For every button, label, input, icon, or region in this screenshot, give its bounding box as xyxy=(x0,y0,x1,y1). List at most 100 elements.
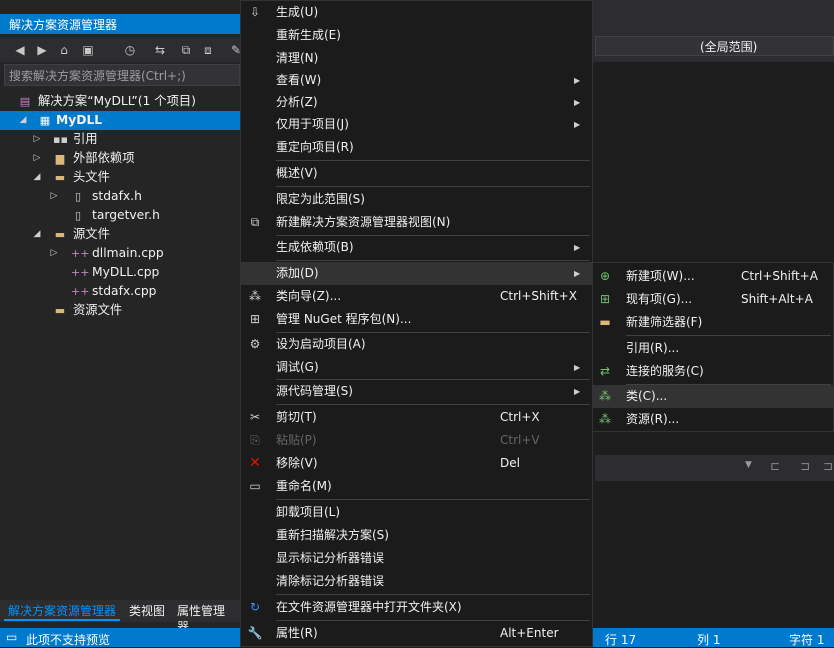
menu-item-view[interactable]: 查看(W) ▶ xyxy=(241,69,592,92)
nuget-icon: ⊞ xyxy=(249,312,261,326)
submenu-item-label: 新建项(W)... xyxy=(626,269,695,283)
menu-item-label: 显示标记分析器错误 xyxy=(276,551,385,565)
tree-item-references[interactable]: ▷ ▪▪ 引用 xyxy=(0,130,240,149)
menu-item-overview[interactable]: 概述(V) xyxy=(241,162,592,185)
folder-icon: ▬ xyxy=(54,171,66,184)
solution-search-input[interactable]: 搜索解决方案资源管理器(Ctrl+;) xyxy=(4,64,240,86)
toolbar-icon[interactable]: ⊏ xyxy=(770,459,780,473)
menu-item-label: 添加(D) xyxy=(276,266,319,280)
tree-item-external-deps[interactable]: ▷ ▆ 外部依赖项 xyxy=(0,149,240,168)
header-file-icon: ▯ xyxy=(74,190,82,203)
submenu-arrow-icon: ▶ xyxy=(574,98,581,107)
sync-icon[interactable]: ⇆ xyxy=(152,42,168,58)
menu-item-shortcut: Del xyxy=(500,456,520,470)
menu-item-label: 生成(U) xyxy=(276,5,319,19)
menu-item-set-startup[interactable]: ⚙ 设为启动项目(A) xyxy=(241,333,592,356)
folder-icon: ▬ xyxy=(54,228,66,241)
tree-item-label: stdafx.h xyxy=(92,189,142,203)
tab-property-manager[interactable]: 属性管理器 xyxy=(173,603,240,634)
menu-item-debug[interactable]: 调试(G) ▶ xyxy=(241,356,592,379)
submenu-item-label: 现有项(G)... xyxy=(626,292,693,306)
menu-item-cut[interactable]: ✂ 剪切(T) Ctrl+X xyxy=(241,406,592,429)
submenu-item-new-filter[interactable]: ▬ 新建筛选器(F) xyxy=(593,311,833,334)
menu-item-shortcut: Alt+Enter xyxy=(500,626,559,640)
menu-item-scope-to-this[interactable]: 限定为此范围(S) xyxy=(241,188,592,211)
tab-solution-explorer[interactable]: 解决方案资源管理器 xyxy=(4,603,121,621)
expand-arrow-icon[interactable]: ▷ xyxy=(32,149,42,168)
menu-item-label: 分析(Z) xyxy=(276,95,318,109)
tree-item-stdafx-h[interactable]: ▷ ▯ stdafx.h xyxy=(0,187,240,206)
menu-item-label: 卸载项目(L) xyxy=(276,505,341,519)
tree-item-stdafx-cpp[interactable]: ++ stdafx.cpp xyxy=(0,282,240,301)
tree-item-resource-files[interactable]: ▬ 资源文件 xyxy=(0,301,240,320)
pending-changes-icon[interactable]: ◷ xyxy=(122,42,138,58)
menu-item-label: 移除(V) xyxy=(276,456,318,470)
toolbar-icon[interactable]: ⊐ xyxy=(823,459,833,473)
switch-views-icon[interactable]: ▣ xyxy=(80,42,96,58)
header-file-icon: ▯ xyxy=(74,209,82,222)
menu-item-clean[interactable]: 清理(N) xyxy=(241,47,592,70)
tree-item-label: 源文件 xyxy=(73,227,110,241)
expand-arrow-icon[interactable]: ▷ xyxy=(49,187,59,206)
menu-item-analyze[interactable]: 分析(Z) ▶ xyxy=(241,91,592,114)
menu-item-rebuild[interactable]: 重新生成(E) xyxy=(241,24,592,47)
show-all-files-icon[interactable]: ⧈ xyxy=(200,42,216,58)
submenu-arrow-icon: ▶ xyxy=(574,243,581,252)
menu-item-clear-tag-errors[interactable]: 清除标记分析器错误 xyxy=(241,570,592,593)
back-icon[interactable]: ◀ xyxy=(12,42,28,58)
menu-item-rename[interactable]: ▭ 重命名(M) xyxy=(241,475,592,498)
submenu-item-resource[interactable]: ⁂ 资源(R)... xyxy=(593,408,833,431)
menu-item-properties[interactable]: 🔧 属性(R) Alt+Enter xyxy=(241,622,592,645)
menu-item-retarget[interactable]: 重定向项目(R) xyxy=(241,136,592,159)
solution-explorer-title: 解决方案资源管理器 xyxy=(0,14,240,34)
menu-item-label: 设为启动项目(A) xyxy=(276,337,366,351)
new-filter-icon: ▬ xyxy=(599,315,611,329)
menu-item-open-in-explorer[interactable]: ↻ 在文件资源管理器中打开文件夹(X) xyxy=(241,596,592,619)
submenu-item-connected-service[interactable]: ⇄ 连接的服务(C) xyxy=(593,360,833,383)
cpp-file-icon: ++ xyxy=(71,266,90,279)
chevron-down-icon[interactable]: ▼ xyxy=(745,460,752,470)
menu-item-nuget[interactable]: ⊞ 管理 NuGet 程序包(N)... xyxy=(241,308,592,331)
collapse-arrow-icon[interactable]: ◢ xyxy=(32,225,42,244)
forward-icon[interactable]: ▶ xyxy=(34,42,50,58)
collapse-all-icon[interactable]: ⧉ xyxy=(178,42,194,58)
tree-item-project[interactable]: ◢ ▦ MyDLL xyxy=(0,111,240,130)
menu-item-rescan[interactable]: 重新扫描解决方案(S) xyxy=(241,524,592,547)
menu-item-unload[interactable]: 卸载项目(L) xyxy=(241,501,592,524)
tree-item-mydll-cpp[interactable]: ++ MyDLL.cpp xyxy=(0,263,240,282)
menu-item-build-dependencies[interactable]: 生成依赖项(B) ▶ xyxy=(241,236,592,259)
home-icon[interactable]: ⌂ xyxy=(56,42,72,58)
expand-arrow-icon[interactable]: ▷ xyxy=(49,244,59,263)
tree-item-source-files[interactable]: ◢ ▬ 源文件 xyxy=(0,225,240,244)
resource-icon: ⁂ xyxy=(599,412,611,426)
tree-item-label: MyDLL.cpp xyxy=(92,265,160,279)
tree-item-solution[interactable]: ▤ 解决方案“MyDLL”(1 个项目) xyxy=(0,92,240,111)
connected-service-icon: ⇄ xyxy=(599,364,611,378)
tree-item-header-files[interactable]: ◢ ▬ 头文件 xyxy=(0,168,240,187)
tab-class-view[interactable]: 类视图 xyxy=(125,603,169,621)
collapse-arrow-icon[interactable]: ◢ xyxy=(18,111,28,130)
menu-item-show-tag-errors[interactable]: 显示标记分析器错误 xyxy=(241,547,592,570)
submenu-item-new-item[interactable]: ⊕ 新建项(W)... Ctrl+Shift+A xyxy=(593,265,833,288)
menu-item-source-control[interactable]: 源代码管理(S) ▶ xyxy=(241,380,592,403)
menu-item-shortcut: Ctrl+X xyxy=(500,410,540,424)
submenu-item-class[interactable]: ⁂ 类(C)... xyxy=(593,385,833,408)
expand-arrow-icon[interactable]: ▷ xyxy=(32,130,42,149)
menu-item-add[interactable]: 添加(D) ▶ xyxy=(241,262,592,285)
menu-item-new-se-view[interactable]: ⧉ 新建解决方案资源管理器视图(N) xyxy=(241,211,592,234)
collapse-arrow-icon[interactable]: ◢ xyxy=(32,168,42,187)
menu-item-project-only[interactable]: 仅用于项目(J) ▶ xyxy=(241,113,592,136)
submenu-item-existing-item[interactable]: ⊞ 现有项(G)... Shift+Alt+A xyxy=(593,288,833,311)
tree-item-label: 资源文件 xyxy=(73,303,123,317)
toolbar-icon[interactable]: ⊐ xyxy=(800,459,810,473)
menu-item-class-wizard[interactable]: ⁂ 类向导(Z)... Ctrl+Shift+X xyxy=(241,285,592,308)
tree-item-targetver-h[interactable]: ▯ targetver.h xyxy=(0,206,240,225)
tree-item-dllmain-cpp[interactable]: ▷ ++ dllmain.cpp xyxy=(0,244,240,263)
menu-item-paste[interactable]: ⎘ 粘贴(P) Ctrl+V xyxy=(241,429,592,452)
menu-item-build[interactable]: ⇩ 生成(U) xyxy=(241,1,592,24)
submenu-item-reference[interactable]: 引用(R)... xyxy=(593,337,833,360)
solution-explorer-tabs: 解决方案资源管理器 类视图 属性管理器 xyxy=(0,600,240,634)
solution-explorer-toolbar: ◀ ▶ ⌂ ▣ ◷ ⇆ ⧉ ⧈ ✎ xyxy=(0,38,241,62)
tree-item-label: 引用 xyxy=(73,132,98,146)
menu-item-remove[interactable]: ✕ 移除(V) Del xyxy=(241,452,592,475)
